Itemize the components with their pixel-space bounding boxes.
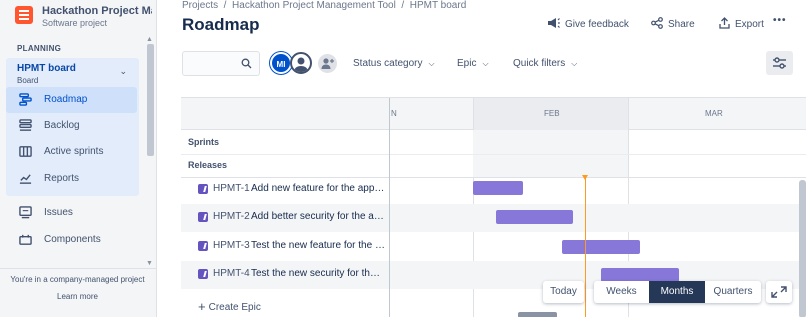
give-feedback-label: Give feedback [565, 19, 629, 30]
scrollbar-thumb[interactable] [518, 312, 557, 317]
breadcrumb-project[interactable]: Hackathon Project Management Tool [232, 0, 396, 11]
epic-list-divider [181, 98, 390, 317]
backlog-icon [19, 119, 32, 131]
search-input[interactable] [182, 51, 260, 76]
sidebar-item-issues[interactable]: Issues [6, 200, 137, 226]
epic-filter-label: Epic [457, 58, 477, 69]
scroll-down-icon[interactable]: ▼ [146, 260, 153, 267]
sidebar-item-components[interactable]: Components [6, 227, 137, 253]
epic-bar[interactable] [496, 210, 573, 224]
chevron-down-icon: ⌵ [482, 59, 489, 68]
fullscreen-button[interactable] [766, 281, 792, 303]
divider [0, 268, 156, 269]
sidebar-item-label: Components [44, 234, 101, 245]
scroll-up-icon[interactable]: ▲ [146, 36, 153, 43]
project-header[interactable]: Hackathon Project Ma... Software project [15, 3, 152, 33]
share-icon [651, 17, 663, 29]
month-label: FEB [544, 109, 560, 118]
month-label: MAR [705, 109, 723, 118]
timeline-scrollbar[interactable] [799, 180, 806, 317]
month-label: N [391, 109, 397, 118]
export-label: Export [735, 19, 764, 30]
chart-line-icon [19, 174, 32, 184]
user-avatar-icon[interactable] [290, 52, 312, 74]
sidebar-item-label: Roadmap [44, 94, 88, 105]
megaphone-icon [548, 18, 560, 28]
create-epic-button[interactable]: + Create Epic [198, 299, 261, 314]
create-epic-label: Create Epic [208, 302, 261, 313]
board-selector[interactable]: HPMT board Board ⌄ [6, 58, 139, 86]
chevron-down-icon: ⌵ [428, 59, 435, 68]
page-title: Roadmap [182, 15, 260, 34]
project-mode-text: You're in a company-managed project [10, 275, 145, 284]
board-columns-icon [19, 146, 32, 157]
chevron-down-icon: ⌵ [571, 59, 578, 68]
issues-icon [19, 206, 32, 219]
avatar[interactable]: MI [270, 52, 292, 74]
plus-icon: + [198, 299, 206, 314]
view-settings-button[interactable] [766, 51, 793, 75]
breadcrumb-projects[interactable]: Projects [182, 0, 218, 11]
today-marker [585, 178, 586, 317]
quick-filters[interactable]: Quick filters ⌵ [513, 58, 577, 69]
zoom-months-button[interactable]: Months [649, 281, 705, 303]
sidebar: Hackathon Project Ma... Software project… [0, 0, 157, 317]
expand-icon [771, 286, 787, 298]
today-marker-head [582, 175, 588, 180]
sidebar-item-backlog[interactable]: Backlog [6, 113, 137, 139]
breadcrumb: Projects / Hackathon Project Management … [182, 0, 466, 11]
sidebar-item-roadmap[interactable]: Roadmap [6, 87, 137, 113]
board-title: HPMT board [17, 63, 76, 74]
breadcrumb-board[interactable]: HPMT board [410, 0, 467, 11]
roadmap-icon [19, 93, 32, 106]
planning-section-label: PLANNING [17, 44, 62, 53]
project-avatar-icon [15, 6, 33, 24]
sidebar-item-active-sprints[interactable]: Active sprints [6, 139, 137, 165]
zoom-segmented-control: Weeks Months Quarters [594, 281, 761, 303]
project-name: Hackathon Project Ma... [42, 5, 152, 17]
share-button[interactable]: Share [651, 17, 695, 30]
zoom-weeks-button[interactable]: Weeks [594, 281, 649, 303]
zoom-quarters-button[interactable]: Quarters [705, 281, 761, 303]
add-people-icon[interactable] [318, 54, 337, 73]
sidebar-item-label: Active sprints [44, 146, 104, 157]
more-actions-button[interactable]: ••• [773, 15, 787, 26]
status-category-filter[interactable]: Status category ⌵ [353, 58, 435, 69]
export-button[interactable]: Export [719, 17, 764, 30]
project-type: Software project [42, 18, 108, 28]
sidebar-item-label: Reports [44, 173, 80, 184]
quick-filters-label: Quick filters [513, 58, 566, 69]
sliders-icon [773, 57, 786, 69]
epic-bar[interactable] [601, 268, 679, 282]
chevron-down-icon: ⌄ [119, 66, 127, 76]
breadcrumb-separator: / [398, 0, 407, 11]
learn-more-link[interactable]: Learn more [0, 292, 155, 301]
today-button[interactable]: Today [543, 281, 584, 303]
epic-bar[interactable] [473, 181, 523, 195]
epic-bar[interactable] [562, 240, 640, 254]
board-subtitle: Board [17, 76, 39, 85]
components-icon [19, 234, 32, 245]
status-category-label: Status category [353, 58, 423, 69]
epic-filter[interactable]: Epic ⌵ [457, 58, 489, 69]
scrollbar-thumb[interactable] [147, 44, 154, 156]
sidebar-item-reports[interactable]: Reports [6, 166, 137, 192]
give-feedback-button[interactable]: Give feedback [547, 17, 629, 30]
export-icon [719, 17, 730, 29]
search-icon [241, 58, 252, 69]
today-label: Today [550, 286, 577, 297]
sidebar-scrollbar[interactable]: ▲ ▼ [145, 36, 155, 270]
sidebar-item-label: Backlog [44, 120, 80, 131]
sidebar-item-label: Issues [44, 207, 73, 218]
breadcrumb-separator: / [220, 0, 230, 11]
share-label: Share [668, 19, 695, 30]
